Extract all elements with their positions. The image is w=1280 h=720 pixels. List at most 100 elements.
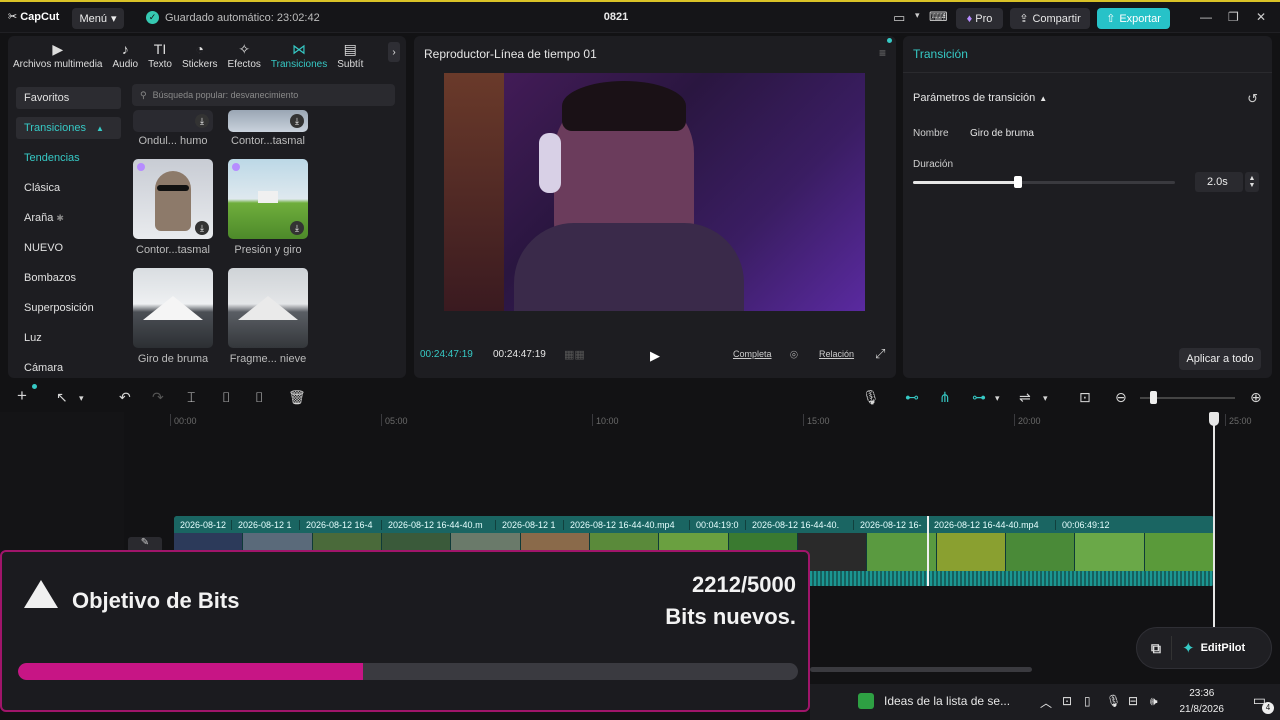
duration-slider-handle[interactable]	[1013, 176, 1022, 188]
playhead-line[interactable]	[1213, 412, 1215, 628]
taskbar-notification[interactable]: Ideas de la lista de se...	[884, 694, 1010, 708]
full-quality-button[interactable]: Completa	[733, 349, 772, 359]
tab-effects[interactable]: ✧ Efectos	[223, 36, 266, 70]
category-hits[interactable]: Bombazos	[16, 267, 121, 289]
clip-label[interactable]: 2026-08-12	[174, 519, 232, 530]
editpilot-widget[interactable]: ⧉ ✦ EditPilot	[1136, 627, 1272, 669]
keyboard-icon[interactable]: ⌨	[929, 9, 948, 25]
section-header[interactable]: Parámetros de transición ▲	[913, 92, 1047, 104]
network-icon[interactable]: ⊡	[1062, 694, 1072, 708]
microphone-icon[interactable]: 🎙	[862, 389, 880, 406]
transition-thumb[interactable]: ⤓	[133, 159, 213, 239]
ruler-label: 05:00	[385, 416, 408, 426]
effects-icon: ✧	[238, 41, 251, 57]
ratio-button[interactable]: Relación	[819, 349, 854, 359]
premium-icon	[137, 163, 145, 171]
clip-label[interactable]: 2026-08-12 16-	[854, 519, 928, 530]
clip-label[interactable]: 2026-08-12 1	[496, 519, 564, 530]
maximize-icon[interactable]: ❐	[1228, 10, 1239, 24]
thumb-label: Presión y giro	[234, 244, 302, 256]
clip-label[interactable]: 00:04:19:0	[690, 519, 746, 530]
chevron-down-icon[interactable]: ▼	[1249, 182, 1256, 189]
chevron-down-icon[interactable]: ▾	[1043, 393, 1048, 404]
volume-icon[interactable]: 🕪	[1150, 694, 1158, 709]
search-input[interactable]: ⚲ Búsqueda popular: desvanecimiento	[132, 84, 395, 106]
transition-thumb[interactable]: ⤓	[228, 110, 308, 132]
menu-icon[interactable]: ≡	[879, 46, 886, 60]
clip-label[interactable]: 2026-08-12 16-44-40.m	[382, 519, 496, 530]
category-trending[interactable]: Tendencias	[16, 147, 121, 169]
add-track-icon[interactable]: +	[17, 386, 27, 406]
notes-app-icon[interactable]	[858, 693, 874, 709]
clip-label[interactable]: 2026-08-12 16-44-40.mp4	[564, 519, 690, 530]
tab-audio[interactable]: ♪ Audio	[107, 36, 143, 70]
category-transitions[interactable]: Transiciones ▲	[16, 117, 121, 139]
phone-icon[interactable]: ▯	[1084, 694, 1091, 708]
clip-label[interactable]: 2026-08-12 1	[232, 519, 300, 530]
export-button[interactable]: ⇧ Exportar	[1097, 8, 1170, 29]
chevron-up-icon[interactable]: ▲	[1249, 175, 1256, 182]
chevron-down-icon[interactable]: ▾	[915, 10, 920, 21]
share-button[interactable]: ⇪ Compartir	[1010, 8, 1090, 29]
reset-icon[interactable]: ↺	[1247, 91, 1258, 107]
redo-icon[interactable]: ↷	[152, 389, 164, 406]
focus-icon[interactable]: ⌾	[790, 347, 798, 363]
fullscreen-icon[interactable]: ⤢	[875, 346, 885, 362]
minimize-icon[interactable]: —	[1200, 10, 1212, 24]
video-preview[interactable]	[444, 73, 865, 311]
tab-transitions[interactable]: ⋈ Transiciones	[266, 36, 332, 70]
transition-thumb[interactable]	[228, 268, 308, 348]
system-clock[interactable]: 23:36 21/8/2026	[1180, 686, 1225, 718]
zoom-out-icon[interactable]: ⊖	[1115, 389, 1127, 406]
undo-icon[interactable]: ↶	[119, 389, 131, 406]
close-icon[interactable]: ✕	[1256, 10, 1266, 24]
feedback-icon[interactable]: ⧉	[1151, 640, 1161, 657]
clip-label[interactable]: 2026-08-12 16-44-40.mp4	[928, 519, 1056, 530]
caption-icon[interactable]: ⊡	[1079, 389, 1091, 406]
category-light[interactable]: Luz	[16, 327, 121, 349]
split-right-icon[interactable]: ⌷	[255, 389, 263, 406]
chain-icon[interactable]: ⊶	[972, 389, 986, 406]
category-favorites[interactable]: Favoritos	[16, 87, 121, 109]
category-overlay[interactable]: Superposición	[16, 297, 121, 319]
tab-text[interactable]: TI Texto	[143, 36, 177, 70]
playhead-handle[interactable]	[1209, 412, 1219, 426]
tab-subtitles[interactable]: ▤ Subtít	[332, 36, 368, 70]
tabs-next-button[interactable]: ›	[388, 42, 400, 62]
zoom-slider-handle[interactable]	[1150, 391, 1157, 404]
transition-thumb[interactable]	[133, 268, 213, 348]
play-icon[interactable]: ▶	[650, 348, 660, 364]
pro-button[interactable]: ♦ Pro	[956, 8, 1003, 29]
grid-icon[interactable]: ▦▦	[564, 348, 585, 361]
microphone-icon[interactable]: 🎙	[1106, 694, 1121, 708]
split-left-icon[interactable]: ⌷	[222, 389, 230, 406]
tab-stickers[interactable]: ◔ Stickers	[177, 36, 223, 70]
duration-input[interactable]: 2.0s	[1195, 172, 1243, 192]
preview-axis-icon[interactable]: ⇌	[1019, 389, 1031, 406]
timeline-ruler[interactable]: 00:00 05:00 10:00 15:00 20:00 25:00	[170, 412, 1280, 430]
chevron-up-icon[interactable]: ︿	[1040, 694, 1052, 711]
timeline-scrollbar[interactable]	[810, 667, 1032, 672]
transition-thumb[interactable]: ⤓	[228, 159, 308, 239]
chevron-down-icon[interactable]: ▾	[995, 393, 1000, 404]
link-icon[interactable]: ⊷	[905, 389, 919, 406]
category-new[interactable]: NUEVO	[16, 237, 121, 259]
delete-icon[interactable]: 🗑	[288, 389, 306, 406]
clip-label[interactable]: 2026-08-12 16-44-40.	[746, 519, 854, 530]
zoom-in-icon[interactable]: ⊕	[1250, 389, 1262, 406]
wifi-icon[interactable]: ⊟	[1128, 694, 1138, 708]
category-classic[interactable]: Clásica	[16, 177, 121, 199]
category-camera[interactable]: Cámara	[16, 357, 121, 379]
layout-icon[interactable]: ▭	[893, 10, 905, 26]
select-tool-icon[interactable]: ↖	[56, 389, 68, 406]
category-spider[interactable]: Araña ✱	[16, 207, 121, 229]
transition-thumb[interactable]: ⤓	[133, 110, 213, 132]
chevron-down-icon[interactable]: ▾	[79, 393, 84, 404]
clip-label[interactable]: 2026-08-12 16-4	[300, 519, 382, 530]
split-icon[interactable]: ⌶	[187, 389, 195, 406]
tab-media[interactable]: ▶ Archivos multimedia	[8, 36, 107, 70]
duration-stepper[interactable]: ▲ ▼	[1245, 172, 1259, 192]
magnet-icon[interactable]: ⋔	[939, 389, 951, 406]
clip-label[interactable]: 00:06:49:12	[1056, 520, 1206, 530]
apply-all-button[interactable]: Aplicar a todo	[1179, 348, 1261, 370]
